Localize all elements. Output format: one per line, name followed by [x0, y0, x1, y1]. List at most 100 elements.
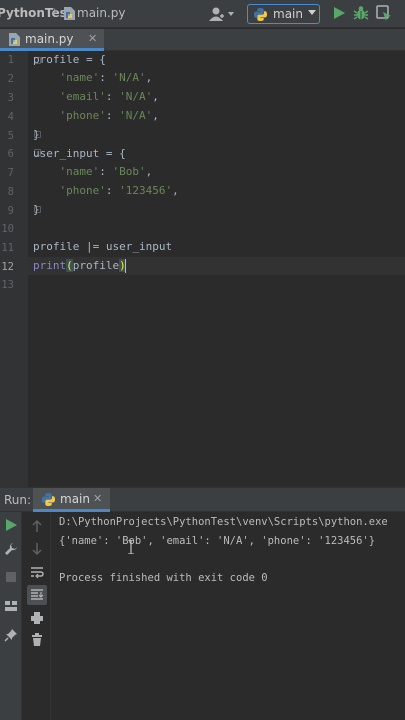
- line-number: 6: [7, 148, 14, 160]
- string-literal: 'N/A': [119, 109, 153, 122]
- line-number: 5: [7, 130, 14, 142]
- python-file-icon: [64, 7, 75, 20]
- layout-icon[interactable]: [4, 599, 18, 613]
- breadcrumb-separator: ›: [52, 3, 58, 19]
- code-line: }: [33, 201, 40, 219]
- code-token: }: [33, 128, 40, 141]
- string-literal: 'Bob': [112, 165, 146, 178]
- code-token: ,: [172, 184, 179, 197]
- string-literal: 'name': [59, 71, 100, 84]
- code-token: ,: [152, 90, 159, 103]
- code-token: profile: [72, 259, 120, 272]
- breadcrumb-file[interactable]: main.py: [77, 6, 126, 20]
- rerun-icon[interactable]: [4, 518, 18, 532]
- code-line: profile |= user_input: [33, 238, 172, 256]
- code-token: ,: [152, 109, 159, 122]
- run-panel-title: Run:: [4, 493, 32, 507]
- run-toolbar-left: [0, 512, 22, 720]
- python-file-icon: [9, 33, 20, 46]
- run-toolbar-right: [23, 512, 51, 720]
- code-line: 'phone': '123456',: [33, 182, 179, 200]
- soft-wrap-icon[interactable]: [30, 565, 44, 579]
- run-icon[interactable]: [331, 5, 347, 21]
- trash-icon[interactable]: [30, 633, 44, 647]
- line-number: 11: [1, 242, 14, 254]
- code-token: :: [99, 71, 113, 84]
- code-editor[interactable]: 1 2 3 4 5 6 7 8 9 10 11 12 13 profile = …: [0, 51, 405, 487]
- line-number-current: 12: [1, 261, 14, 273]
- code-line: 'name': 'Bob',: [33, 163, 153, 181]
- breadcrumb-project[interactable]: PythonTest: [0, 6, 73, 20]
- user-icon[interactable]: [209, 6, 235, 22]
- text-cursor-icon: [128, 540, 134, 554]
- scroll-to-end-icon: [31, 589, 44, 600]
- code-token: ,: [145, 71, 153, 84]
- line-number: 2: [7, 73, 14, 85]
- line-number: 3: [7, 92, 14, 104]
- console-interpreter-path: D:\PythonProjects\PythonTest\venv\Script…: [59, 516, 388, 528]
- run-tab-main[interactable]: main ✕: [33, 488, 110, 512]
- stop-icon[interactable]: [4, 570, 18, 584]
- string-literal: 'name': [59, 165, 100, 178]
- text-caret: [124, 259, 126, 273]
- run-configuration-selector[interactable]: main: [247, 4, 320, 24]
- run-console[interactable]: D:\PythonProjects\PythonTest\venv\Script…: [52, 512, 405, 720]
- string-literal: 'email': [59, 90, 106, 103]
- coverage-icon[interactable]: [376, 5, 392, 21]
- code-token: profile |= user_input: [33, 240, 173, 253]
- string-literal: 'N/A': [119, 90, 153, 103]
- scroll-to-end-toggle[interactable]: [27, 585, 47, 605]
- editor-tab-label: main.py: [25, 32, 74, 46]
- code-token: :: [105, 109, 120, 122]
- builtin-name: print: [33, 259, 67, 272]
- code-line: }: [33, 126, 40, 144]
- string-literal: 'phone': [59, 109, 106, 122]
- line-number: 7: [7, 167, 14, 179]
- close-icon[interactable]: ✕: [93, 492, 102, 505]
- debug-icon[interactable]: [353, 5, 369, 21]
- code-token: }: [33, 203, 40, 216]
- string-literal: 'N/A': [112, 71, 146, 84]
- code-line: profile = {: [33, 51, 106, 69]
- code-line: 'name': 'N/A',: [33, 69, 153, 87]
- line-number: 1: [7, 54, 14, 66]
- string-literal: '123456': [119, 184, 173, 197]
- line-number: 4: [7, 111, 14, 123]
- line-number: 10: [1, 223, 14, 235]
- chevron-down-icon: [308, 10, 316, 15]
- python-icon: [42, 493, 55, 506]
- line-number: 13: [1, 279, 14, 291]
- close-icon[interactable]: ✕: [88, 32, 97, 45]
- string-literal: 'phone': [59, 184, 106, 197]
- code-token: :: [105, 90, 120, 103]
- navigation-bar: PythonTest › main.py main: [0, 0, 405, 28]
- code-token: :: [105, 184, 120, 197]
- matched-paren: (: [66, 259, 73, 272]
- arrow-down-icon[interactable]: [30, 542, 44, 556]
- line-number: 8: [7, 186, 14, 198]
- line-number: 9: [7, 205, 14, 217]
- run-configuration-label: main: [273, 7, 303, 21]
- console-exit-status: Process finished with exit code 0: [59, 572, 268, 584]
- print-icon[interactable]: [30, 611, 44, 625]
- code-line: 'email': 'N/A',: [33, 88, 159, 106]
- pin-icon[interactable]: [4, 628, 18, 642]
- editor-tab-main-py[interactable]: main.py ✕: [0, 29, 104, 51]
- code-token: ,: [145, 165, 153, 178]
- code-line: 'phone': 'N/A',: [33, 107, 159, 125]
- arrow-up-icon[interactable]: [30, 519, 44, 533]
- wrench-icon[interactable]: [4, 542, 18, 556]
- code-line: print(profile): [33, 257, 126, 275]
- console-output-line: {'name': 'Bob', 'email': 'N/A', 'phone':…: [59, 535, 376, 547]
- python-icon: [254, 8, 267, 21]
- run-panel-header: Run: main ✕: [0, 487, 405, 512]
- line-number-gutter: 1 2 3 4 5 6 7 8 9 10 11 12 13: [0, 51, 28, 487]
- code-line: user_input = {: [33, 145, 126, 163]
- code-token: :: [99, 165, 113, 178]
- code-token: user_input = {: [33, 147, 126, 160]
